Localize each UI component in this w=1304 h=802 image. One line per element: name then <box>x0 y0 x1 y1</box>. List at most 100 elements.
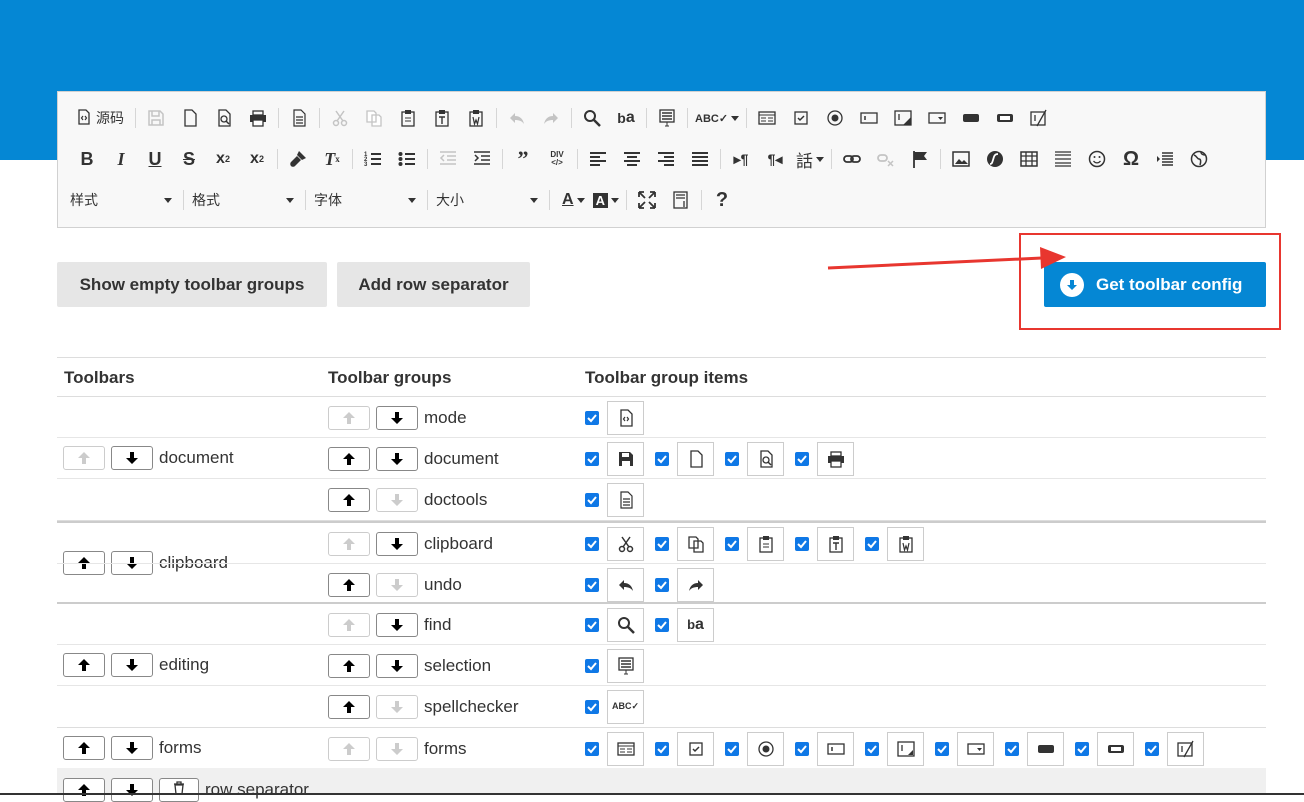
select-all-icon[interactable] <box>653 105 681 131</box>
select-icon[interactable] <box>923 105 951 131</box>
copy-icon[interactable] <box>360 105 388 131</box>
special-char-icon[interactable]: Ω <box>1117 146 1145 172</box>
item-checkbox[interactable] <box>935 741 949 756</box>
item-checkbox[interactable] <box>585 410 599 425</box>
move-down-button[interactable] <box>376 487 418 512</box>
item-checkbox[interactable] <box>585 451 599 466</box>
move-down-button[interactable] <box>376 612 418 637</box>
cut-icon[interactable] <box>326 105 354 131</box>
new-page-icon[interactable] <box>176 105 204 131</box>
add-row-separator-button[interactable]: Add row separator <box>337 262 530 307</box>
item-checkbox[interactable] <box>655 536 669 551</box>
move-up-button[interactable] <box>328 446 370 471</box>
item-checkbox[interactable] <box>655 451 669 466</box>
blockquote-icon[interactable]: ” <box>509 146 537 172</box>
item-checkbox[interactable] <box>585 536 599 551</box>
item-checkbox[interactable] <box>655 577 669 592</box>
item-checkbox[interactable] <box>865 741 879 756</box>
language-dropdown[interactable]: 話 <box>796 146 824 172</box>
remove-format-icon[interactable]: Tx <box>318 146 346 172</box>
text-color-dropdown[interactable]: A <box>562 187 585 213</box>
item-checkbox[interactable] <box>1145 741 1159 756</box>
show-blocks-icon[interactable] <box>667 187 695 213</box>
source-button[interactable]: 源码 <box>72 105 128 131</box>
ltr-icon[interactable]: ▸¶ <box>727 146 755 172</box>
numbered-list-icon[interactable]: 123 <box>359 146 387 172</box>
unlink-icon[interactable] <box>872 146 900 172</box>
textfield-icon[interactable] <box>855 105 883 131</box>
checkbox-icon[interactable] <box>787 105 815 131</box>
subscript-icon[interactable]: x2 <box>209 146 237 172</box>
form-icon[interactable] <box>753 105 781 131</box>
spellcheck-dropdown[interactable]: ABC✓ <box>695 105 740 131</box>
move-up-button[interactable] <box>328 531 370 556</box>
textarea-icon[interactable] <box>889 105 917 131</box>
move-down-button[interactable] <box>376 736 418 761</box>
image-icon[interactable] <box>947 146 975 172</box>
undo-icon[interactable] <box>503 105 531 131</box>
print-icon[interactable] <box>244 105 272 131</box>
move-up-button[interactable] <box>328 572 370 597</box>
create-div-icon[interactable]: DIV </> <box>543 146 571 172</box>
move-down-button[interactable] <box>111 778 153 802</box>
outdent-icon[interactable] <box>434 146 462 172</box>
save-icon[interactable] <box>142 105 170 131</box>
hidden-field-icon[interactable] <box>1025 105 1053 131</box>
indent-icon[interactable] <box>468 146 496 172</box>
flash-icon[interactable] <box>981 146 1009 172</box>
item-checkbox[interactable] <box>585 741 599 756</box>
font-combo[interactable]: 字体 <box>314 187 424 213</box>
page-break-icon[interactable] <box>1151 146 1179 172</box>
size-combo[interactable]: 大小 <box>436 187 546 213</box>
move-down-button[interactable] <box>376 405 418 430</box>
item-checkbox[interactable] <box>795 741 809 756</box>
move-up-button[interactable] <box>328 736 370 761</box>
item-checkbox[interactable] <box>585 577 599 592</box>
find-icon[interactable] <box>578 105 606 131</box>
maximize-icon[interactable] <box>633 187 661 213</box>
move-up-button[interactable] <box>328 612 370 637</box>
item-checkbox[interactable] <box>585 658 599 673</box>
copy-format-icon[interactable] <box>284 146 312 172</box>
align-center-icon[interactable] <box>618 146 646 172</box>
horizontal-rule-icon[interactable] <box>1049 146 1077 172</box>
move-down-button[interactable] <box>376 694 418 719</box>
move-down-button[interactable] <box>376 531 418 556</box>
iframe-icon[interactable] <box>1185 146 1213 172</box>
item-checkbox[interactable] <box>585 699 599 714</box>
item-checkbox[interactable] <box>865 536 879 551</box>
align-right-icon[interactable] <box>652 146 680 172</box>
item-checkbox[interactable] <box>1075 741 1089 756</box>
move-up-button[interactable] <box>63 778 105 802</box>
move-up-button[interactable] <box>328 405 370 430</box>
item-checkbox[interactable] <box>795 536 809 551</box>
item-checkbox[interactable] <box>725 451 739 466</box>
move-up-button[interactable] <box>328 487 370 512</box>
smiley-icon[interactable] <box>1083 146 1111 172</box>
bulleted-list-icon[interactable] <box>393 146 421 172</box>
table-icon[interactable] <box>1015 146 1043 172</box>
button-icon[interactable] <box>957 105 985 131</box>
preview-icon[interactable] <box>210 105 238 131</box>
item-checkbox[interactable] <box>725 741 739 756</box>
item-checkbox[interactable] <box>655 617 669 632</box>
strikethrough-icon[interactable]: S <box>175 146 203 172</box>
underline-icon[interactable]: U <box>141 146 169 172</box>
align-left-icon[interactable] <box>584 146 612 172</box>
show-empty-groups-button[interactable]: Show empty toolbar groups <box>57 262 327 307</box>
bold-icon[interactable]: B <box>73 146 101 172</box>
superscript-icon[interactable]: x2 <box>243 146 271 172</box>
move-down-button[interactable] <box>376 446 418 471</box>
paste-word-icon[interactable] <box>462 105 490 131</box>
move-down-button[interactable] <box>376 572 418 597</box>
bg-color-dropdown[interactable]: A <box>592 187 619 213</box>
radio-icon[interactable] <box>821 105 849 131</box>
item-checkbox[interactable] <box>1005 741 1019 756</box>
delete-button[interactable] <box>159 778 199 802</box>
item-checkbox[interactable] <box>795 451 809 466</box>
item-checkbox[interactable] <box>585 492 599 507</box>
help-icon[interactable]: ? <box>708 187 736 213</box>
paste-icon[interactable] <box>394 105 422 131</box>
move-up-button[interactable] <box>328 653 370 678</box>
rtl-icon[interactable]: ¶◂ <box>761 146 789 172</box>
